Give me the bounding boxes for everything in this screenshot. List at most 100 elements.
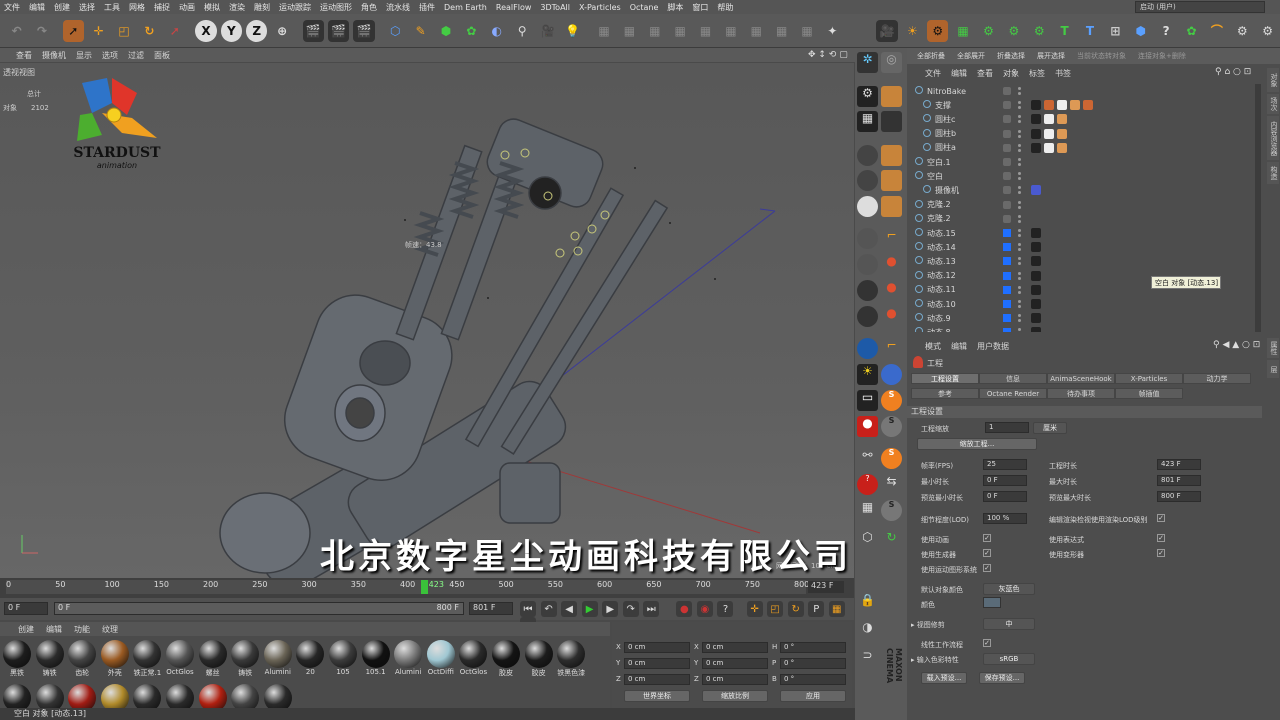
visibility-dot[interactable] xyxy=(1018,214,1021,218)
object-tag-icon[interactable] xyxy=(1031,142,1041,153)
snap-icon[interactable]: ▦ xyxy=(695,20,716,42)
ik-chain-icon[interactable]: ● xyxy=(881,254,902,275)
pen-icon[interactable]: ✎ xyxy=(410,20,431,42)
side-tab-objects[interactable]: 对象 xyxy=(1267,68,1279,92)
render-visibility-dot[interactable] xyxy=(1018,120,1021,124)
max-time-field[interactable]: 801 F xyxy=(1157,475,1201,486)
script-s-icon-2[interactable]: S xyxy=(881,416,902,437)
material-item[interactable] xyxy=(230,682,260,708)
object-tag-icon[interactable] xyxy=(1083,100,1093,111)
bank-field[interactable]: 0 ° xyxy=(780,674,846,685)
metaball-icon[interactable] xyxy=(881,364,902,385)
key-position-icon[interactable]: ✛ xyxy=(746,601,763,617)
lock-icon[interactable]: 🔒 xyxy=(857,593,878,614)
use-generator-checkbox[interactable]: ✓ xyxy=(983,549,991,557)
mat-menu-create[interactable]: 创建 xyxy=(18,624,34,635)
om-menu-tags[interactable]: 标签 xyxy=(1029,68,1045,79)
octane-camera-red-icon[interactable]: ● xyxy=(857,416,878,437)
menu-pipeline[interactable]: 流水线 xyxy=(386,2,410,13)
material-item[interactable]: 铁黑色漆 xyxy=(556,638,586,678)
material-item[interactable] xyxy=(67,682,97,708)
vp-menu-options[interactable]: 选项 xyxy=(102,50,118,61)
om-search-icon[interactable]: ⚲ ⌂ ○ ⊡ xyxy=(1215,67,1251,77)
project-scale-field[interactable]: 1 xyxy=(985,422,1029,433)
rigging-icon[interactable]: ⚙ xyxy=(1257,20,1278,42)
use-mograph-checkbox[interactable]: ✓ xyxy=(983,564,991,572)
layer-color-swatch[interactable] xyxy=(1003,257,1011,266)
edge-mode-icon[interactable]: ▦ xyxy=(619,20,640,42)
object-row[interactable]: 动态.10 xyxy=(907,297,1257,311)
layer-color-swatch[interactable] xyxy=(1003,158,1011,166)
visibility-dot[interactable] xyxy=(1018,300,1021,303)
live-select-icon[interactable]: ➚ xyxy=(62,19,84,42)
menu-motion-tracking[interactable]: 运动跟踪 xyxy=(279,2,311,13)
switch-icon[interactable]: ⇆ xyxy=(881,474,902,495)
menu-help[interactable]: 帮助 xyxy=(717,2,733,13)
soft-select-icon[interactable]: ◎ xyxy=(881,52,902,73)
material-item[interactable]: 外壳 xyxy=(100,638,130,678)
collapse-selected-button[interactable]: 折叠选择 xyxy=(997,51,1025,61)
object-tag-icon[interactable] xyxy=(1044,142,1054,153)
deformer-icon[interactable]: ◐ xyxy=(486,20,507,42)
perspective-viewport[interactable]: 透视视图 总计 对象 2102 STARDUST animation 帧速：43… xyxy=(0,63,854,578)
render-visibility-dot[interactable] xyxy=(1018,305,1021,308)
goto-start-icon[interactable]: ⏮ xyxy=(520,601,536,617)
project-length-field[interactable]: 423 F xyxy=(1157,459,1201,470)
camera-icon[interactable]: 🎥 xyxy=(537,20,558,42)
am-nav-icons[interactable]: ⚲ ◀ ▲ ○ ⊡ xyxy=(1213,340,1260,350)
render-queue-icon[interactable]: ⚙ xyxy=(1232,20,1253,42)
menu-select[interactable]: 选择 xyxy=(79,2,95,13)
collapse-all-button[interactable]: 全部折叠 xyxy=(917,51,945,61)
render-visibility-dot[interactable] xyxy=(1018,219,1021,223)
octane-sun-icon[interactable]: ☀ xyxy=(902,20,923,42)
render-visibility-dot[interactable] xyxy=(1018,290,1021,294)
z-axis-lock[interactable]: Z xyxy=(246,19,268,42)
layer-color-swatch[interactable] xyxy=(1003,129,1011,138)
octane-camera-icon[interactable]: 🎥 xyxy=(876,19,898,42)
point-mode-icon[interactable]: ▦ xyxy=(644,20,665,42)
save-preset-button[interactable]: 保存预设... xyxy=(979,672,1025,684)
menu-file[interactable]: 文件 xyxy=(4,2,20,13)
xp-question-icon[interactable]: ? xyxy=(1155,20,1176,42)
current-state-to-object-button[interactable]: 当前状态转对象 xyxy=(1077,51,1126,61)
render-visibility-dot[interactable] xyxy=(1018,234,1021,237)
key-rotation-icon[interactable]: ↻ xyxy=(787,601,804,617)
tweak-icon[interactable]: ▦ xyxy=(771,20,792,42)
linear-workflow-checkbox[interactable]: ✓ xyxy=(983,639,991,647)
menu-3dtoall[interactable]: 3DToAll xyxy=(540,3,570,12)
scale-unit-select[interactable]: 厘米 xyxy=(1033,422,1067,434)
layer-color-swatch[interactable] xyxy=(1003,214,1011,223)
visibility-dot[interactable] xyxy=(1018,328,1021,332)
object-tag-icon[interactable] xyxy=(1044,100,1054,111)
layer-color-swatch[interactable] xyxy=(1003,200,1011,209)
y-size-field[interactable]: 0 cm xyxy=(702,658,768,669)
x-position-field[interactable]: 0 cm xyxy=(624,642,690,653)
material-item[interactable]: 胶皮 xyxy=(524,638,554,678)
render-picture-viewer-icon[interactable]: 🎬 xyxy=(327,19,350,42)
layer-color-swatch[interactable] xyxy=(1003,328,1011,332)
cube-axis-icon-3[interactable] xyxy=(881,196,902,217)
visibility-dot[interactable] xyxy=(1018,314,1021,318)
xp-tendril-icon[interactable]: ✿ xyxy=(1181,20,1202,42)
object-tag-icon[interactable] xyxy=(1031,100,1041,111)
scale-project-button[interactable]: 缩放工程... xyxy=(917,438,1037,450)
render-visibility-dot[interactable] xyxy=(1018,205,1021,209)
menu-octane[interactable]: Octane xyxy=(630,3,659,12)
coordinate-system-icon[interactable]: ⊕ xyxy=(271,20,292,42)
render-visibility-dot[interactable] xyxy=(1018,92,1021,95)
y-axis-lock[interactable]: Y xyxy=(220,19,243,42)
vp-menu-camera[interactable]: 摄像机 xyxy=(42,50,66,61)
timeline-playhead[interactable] xyxy=(420,580,428,594)
tab-frame-interp[interactable]: 帧插值 xyxy=(1115,388,1183,399)
prev-key-icon[interactable]: ↶ xyxy=(540,601,557,617)
workplane-icon[interactable]: ▦ xyxy=(720,20,741,42)
key-pla-icon[interactable]: ▦ xyxy=(828,601,845,617)
subdivision-icon[interactable]: ⬢ xyxy=(435,20,456,42)
render-visibility-dot[interactable] xyxy=(1018,177,1021,181)
xp-modifier-icon[interactable]: ⚙ xyxy=(1029,20,1050,42)
uv-mode-icon[interactable]: ▦ xyxy=(670,20,691,42)
xp-domain-icon[interactable]: ⬢ xyxy=(1130,20,1151,42)
next-key-icon[interactable]: ↷ xyxy=(622,601,639,617)
preview-range-slider[interactable]: 0 F 800 F xyxy=(54,602,464,615)
key-scale-icon[interactable]: ◰ xyxy=(767,601,784,617)
